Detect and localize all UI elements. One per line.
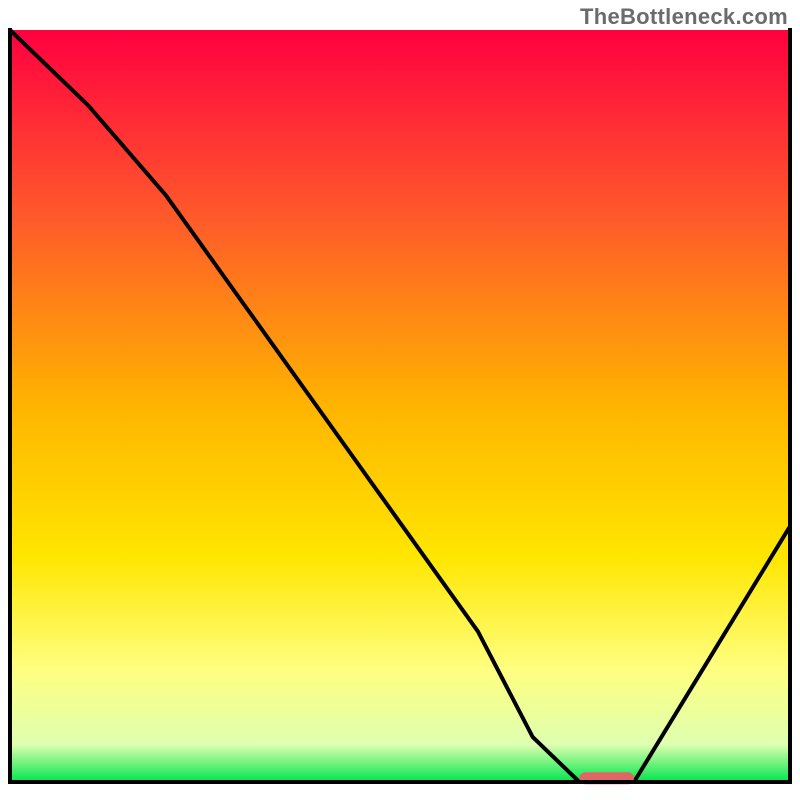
chart-container: TheBottleneck.com (0, 0, 800, 800)
bottleneck-chart (0, 0, 800, 800)
chart-background (10, 30, 790, 782)
watermark-text: TheBottleneck.com (580, 4, 788, 30)
